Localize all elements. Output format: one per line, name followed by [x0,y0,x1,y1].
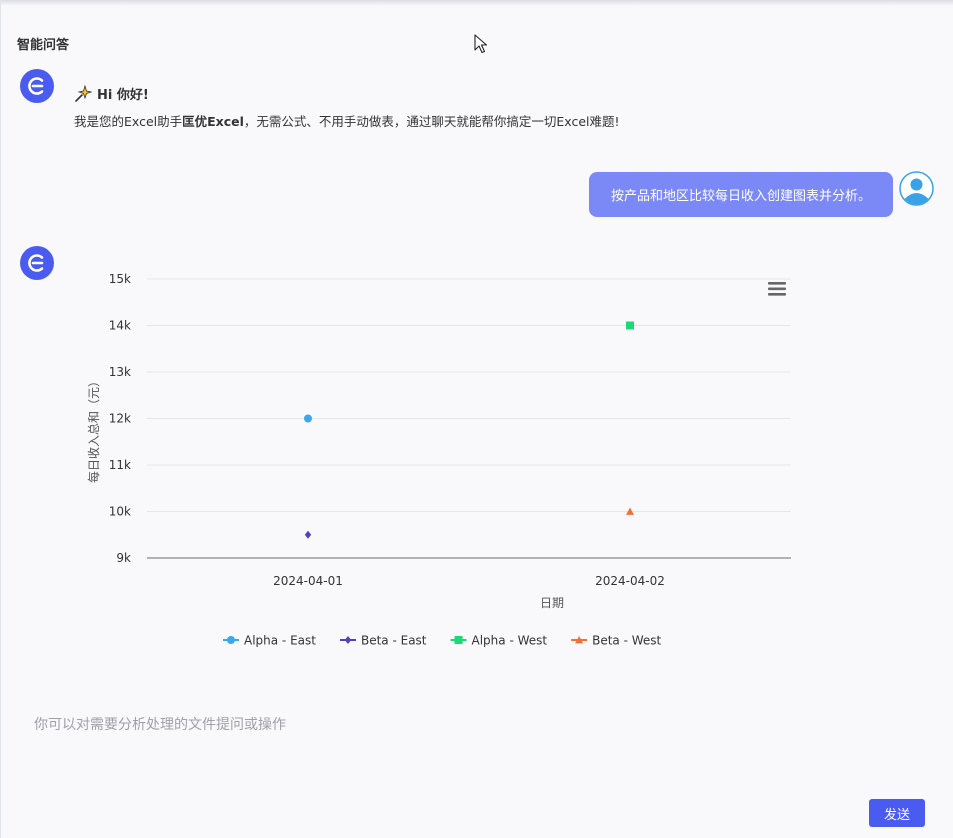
x-tick-label: 2024-04-01 [273,574,343,588]
sparkle-icon [75,84,92,102]
svg-text:Beta - West: Beta - West [592,634,661,648]
data-point[interactable] [626,321,634,330]
y-tick-label: 11k [109,458,131,472]
send-button[interactable]: 发送 [869,799,925,827]
bot-avatar [20,69,54,103]
mouse-cursor-icon [474,34,488,54]
excel-logo-icon [28,77,44,95]
svg-text:Alpha - West: Alpha - West [472,634,548,648]
top-shadow [0,0,953,6]
svg-text:Alpha - East: Alpha - East [244,634,316,648]
greeting-title-text: Hi 你好! [97,88,149,103]
left-border [0,0,1,838]
greeting-text: 我是您的Excel助手匡优Excel，无需公式、不用手动做表，通过聊天就能帮你搞… [74,111,620,130]
excel-logo-icon [28,254,44,272]
y-tick-label: 15k [109,272,131,286]
user-message-bubble: 按产品和地区比较每日收入创建图表并分析。 [589,172,893,217]
x-tick-label: 2024-04-02 [595,574,665,588]
legend-item[interactable]: Alpha - East [223,634,316,648]
y-tick-label: 9k [116,551,131,565]
y-axis-ticks: 9k 10k 11k 12k 13k 14k 15k [109,272,131,565]
user-avatar-icon [899,171,934,206]
greeting-text-before: 我是您的Excel助手 [74,114,183,129]
chart-grid [147,278,791,559]
greeting-text-after: ，无需公式、不用手动做表，通过聊天就能帮你搞定一切Excel难题! [243,114,620,129]
question-input[interactable]: 你可以对需要分析处理的文件提问或操作 [34,714,286,734]
chart-menu-icon[interactable] [768,282,786,296]
bot-avatar [20,246,54,280]
legend-item[interactable]: Alpha - West [450,634,548,648]
data-point[interactable] [304,530,312,539]
user-message-text: 按产品和地区比较每日收入创建图表并分析。 [610,189,871,204]
y-tick-label: 10k [109,505,131,519]
x-axis-label: 日期 [540,596,564,610]
legend-item[interactable]: Beta - East [339,634,427,648]
y-axis-label: 每日收入总和（元） [86,375,101,483]
revenue-chart: 9k10k11k12k13k14k15k 2024-04-01 2024-04-0… [86,272,791,648]
page-title: 智能问答 [17,38,70,53]
greeting-brand: 匡优Excel [182,114,244,129]
legend-item[interactable]: Beta - West [571,634,662,648]
chart-points [304,321,634,539]
chart-legend: Alpha - East Beta - East Alpha - West Beta … [223,634,662,648]
svg-text:Beta - East: Beta - East [361,634,427,648]
y-tick-label: 14k [109,319,131,333]
x-axis-ticks: 2024-04-01 2024-04-02 [273,574,665,588]
y-tick-label: 12k [109,412,131,426]
data-point[interactable] [304,414,312,423]
y-tick-label: 13k [109,365,131,379]
greeting-title: Hi 你好! [74,84,149,103]
